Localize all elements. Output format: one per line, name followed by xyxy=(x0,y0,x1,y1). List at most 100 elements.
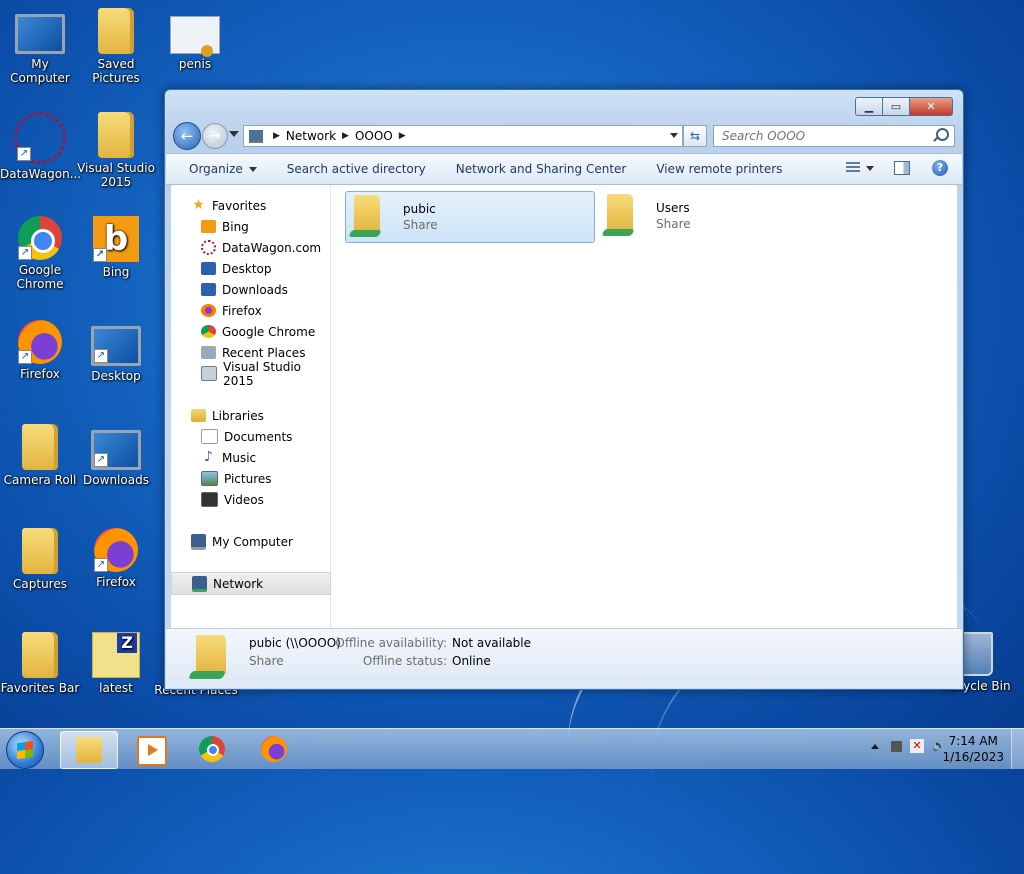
search-active-directory-button[interactable]: Search active directory xyxy=(272,162,441,176)
back-button[interactable]: ← xyxy=(173,122,201,150)
address-dropdown-icon[interactable] xyxy=(670,133,678,138)
help-icon[interactable]: ? xyxy=(932,160,948,176)
nav-item-pictures[interactable]: Pictures xyxy=(171,468,329,489)
action-center-icon[interactable]: ✕ xyxy=(910,739,924,753)
shortcut-arrow-icon: ↗ xyxy=(18,350,32,364)
clock-time: 7:14 AM xyxy=(948,734,998,748)
maximize-button[interactable]: ▭ xyxy=(883,97,910,116)
nav-item-bing[interactable]: Bing xyxy=(171,216,329,237)
caption-buttons: ▁ ▭ ✕ xyxy=(855,97,953,116)
breadcrumb-chevron-icon[interactable]: ▶ xyxy=(399,131,406,141)
desktop-icon-firefox-2[interactable]: ↗ Firefox xyxy=(76,528,156,589)
nav-item-desktop[interactable]: Desktop xyxy=(171,258,329,279)
view-remote-printers-button[interactable]: View remote printers xyxy=(641,162,797,176)
network-share-folder-icon xyxy=(348,195,386,239)
clock[interactable]: 7:14 AM 1/16/2023 xyxy=(942,733,1004,765)
desktop-icon-visual-studio[interactable]: Visual Studio 2015 xyxy=(76,112,156,189)
nav-item-videos[interactable]: Videos xyxy=(171,489,329,510)
desktop-icon-captures[interactable]: Captures xyxy=(0,528,80,591)
taskbar-explorer-button[interactable] xyxy=(60,731,118,769)
nav-my-computer[interactable]: My Computer xyxy=(171,531,329,552)
nav-label: Network xyxy=(213,576,264,591)
show-hidden-icons-icon[interactable] xyxy=(871,743,879,749)
nav-libraries[interactable]: Libraries xyxy=(171,405,329,426)
desktop-icon-certificate[interactable]: penis xyxy=(155,8,235,71)
nav-item-music[interactable]: ♪ Music xyxy=(171,447,329,468)
nav-item-documents[interactable]: Documents xyxy=(171,426,329,447)
desktop-icon-downloads[interactable]: ↗ Downloads xyxy=(76,424,156,487)
search-icon[interactable] xyxy=(936,128,949,141)
desktop-icon-bing[interactable]: b ↗ Bing xyxy=(76,216,156,279)
desktop-icon-my-computer[interactable]: My Computer xyxy=(0,8,80,85)
forward-button[interactable]: → xyxy=(202,123,228,149)
nav-item-visual-studio[interactable]: Visual Studio 2015 xyxy=(171,360,329,388)
change-view-icon[interactable] xyxy=(846,162,860,174)
nav-label: Recent Places xyxy=(222,345,306,360)
folder-icon xyxy=(22,528,58,574)
nav-label: My Computer xyxy=(212,534,293,549)
details-pane: pubic (\\OOOO) Share Offline availabilit… xyxy=(166,628,962,688)
nav-label: Pictures xyxy=(224,471,272,486)
desktop-icon-latest[interactable]: latest xyxy=(76,632,156,695)
breadcrumb-network[interactable]: Network xyxy=(286,129,336,143)
minimize-button[interactable]: ▁ xyxy=(855,97,883,116)
shortcut-arrow-icon: ↗ xyxy=(94,558,108,572)
pictures-icon xyxy=(201,471,218,486)
desktop-icon-label: Camera Roll xyxy=(3,473,77,487)
network-icon xyxy=(249,129,263,143)
preview-pane-icon[interactable] xyxy=(894,161,910,175)
nav-item-google-chrome[interactable]: Google Chrome xyxy=(171,321,329,342)
nav-label: Google Chrome xyxy=(222,324,316,339)
offline-status-label: Offline status: xyxy=(362,654,447,668)
desktop-icon-datawagon[interactable]: ↗ DataWagon... xyxy=(0,112,81,181)
breadcrumb-chevron-icon[interactable]: ▶ xyxy=(273,131,280,141)
firefox-icon xyxy=(261,736,287,762)
navigation-pane[interactable]: ★ Favorites Bing DataWagon.com Desktop D… xyxy=(171,185,331,628)
desktop-icon-favorites-bar[interactable]: Favorites Bar xyxy=(0,632,80,695)
file-list: pubic Share Users Share xyxy=(331,185,957,628)
close-button[interactable]: ✕ xyxy=(910,97,953,116)
desktop-icon-camera-roll[interactable]: Camera Roll xyxy=(0,424,80,487)
firefox-icon: ↗ xyxy=(94,528,138,572)
chrome-icon: ↗ xyxy=(18,216,62,260)
refresh-button[interactable]: ⇆ xyxy=(683,125,707,147)
recent-pages-dropdown[interactable] xyxy=(229,131,239,137)
taskbar-firefox-button[interactable] xyxy=(246,731,302,767)
offline-availability-label: Offline availability: xyxy=(335,636,447,650)
search-input[interactable] xyxy=(720,126,934,146)
nav-favorites[interactable]: ★ Favorites xyxy=(171,195,329,216)
search-box[interactable] xyxy=(713,125,955,147)
start-button[interactable] xyxy=(6,731,44,769)
clock-date: 1/16/2023 xyxy=(942,750,1004,764)
navigation-bar: ← → ▶ Network ▶ OOOO ▶ ⇆ xyxy=(173,122,955,150)
address-bar[interactable]: ▶ Network ▶ OOOO ▶ xyxy=(243,125,683,147)
desktop-icon-desktop[interactable]: ↗ Desktop xyxy=(76,320,156,383)
nav-item-downloads[interactable]: Downloads xyxy=(171,279,329,300)
network-tray-icon[interactable] xyxy=(891,740,902,752)
folder-icon xyxy=(98,112,134,158)
show-desktop-button[interactable] xyxy=(1011,729,1024,769)
recent-places-icon xyxy=(201,346,216,359)
explorer-window[interactable]: ▁ ▭ ✕ ← → ▶ Network ▶ OOOO ▶ ⇆ Organize … xyxy=(164,89,964,690)
nav-label: Videos xyxy=(224,492,264,507)
organize-menu[interactable]: Organize xyxy=(166,162,272,176)
system-tray: ✕ 🔈 xyxy=(871,739,946,753)
nav-item-firefox[interactable]: Firefox xyxy=(171,300,329,321)
breadcrumb-computer[interactable]: OOOO xyxy=(355,129,393,143)
breadcrumb-chevron-icon[interactable]: ▶ xyxy=(342,131,349,141)
media-player-icon xyxy=(137,736,167,766)
network-sharing-center-button[interactable]: Network and Sharing Center xyxy=(441,162,642,176)
desktop-icon-google-chrome[interactable]: ↗ Google Chrome xyxy=(0,216,80,291)
documents-icon xyxy=(201,429,218,444)
view-options-dropdown-icon[interactable] xyxy=(866,165,874,171)
desktop-icon-label: Favorites Bar xyxy=(0,681,80,695)
taskbar-media-player-button[interactable] xyxy=(122,731,178,767)
desktop-icon-saved-pictures[interactable]: Saved Pictures xyxy=(76,8,156,85)
taskbar-chrome-button[interactable] xyxy=(184,731,240,767)
nav-network[interactable]: Network xyxy=(171,572,331,595)
share-item-users[interactable]: Users Share xyxy=(599,191,847,241)
desktop-icon-firefox[interactable]: ↗ Firefox xyxy=(0,320,80,381)
share-item-pubic[interactable]: pubic Share xyxy=(345,191,595,243)
nav-item-datawagon[interactable]: DataWagon.com xyxy=(171,237,329,258)
zip-archive-icon xyxy=(92,632,140,678)
